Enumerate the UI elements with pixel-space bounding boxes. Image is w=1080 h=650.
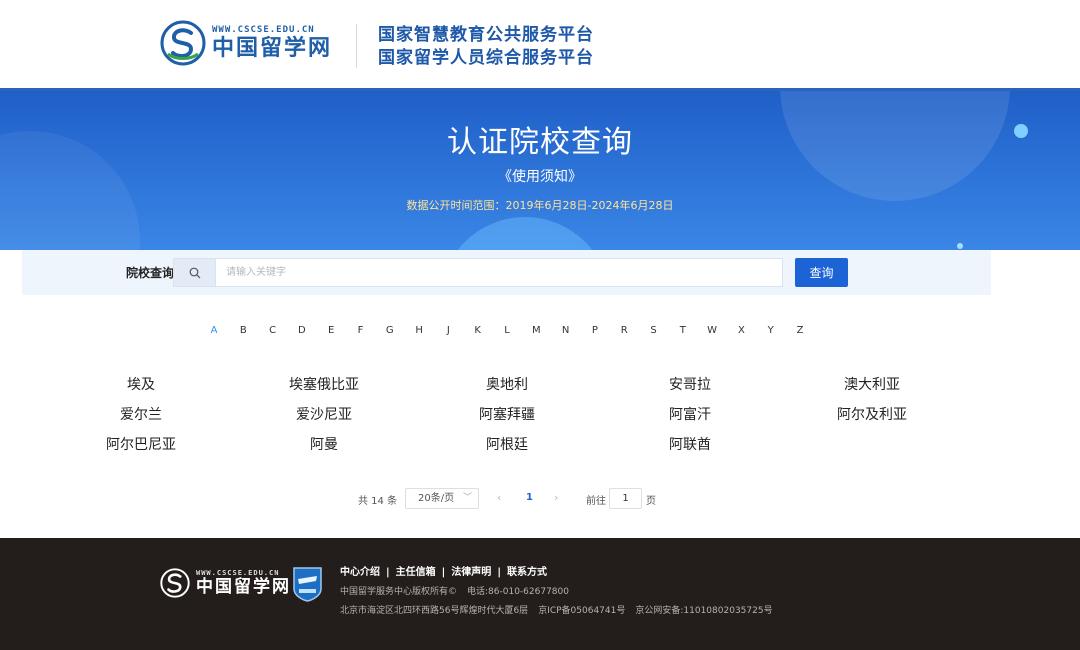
country-link[interactable]: 奥地利 [486,374,528,394]
page-suffix: 页 [646,496,656,507]
page-size-select[interactable]: 20条/页 ﹀ [405,488,479,509]
chevron-down-icon: ﹀ [462,493,472,503]
country-link[interactable]: 埃及 [127,374,155,394]
letter-filter-b[interactable]: B [240,325,247,336]
site-header: WWW.CSCSE.EDU.CN 中国留学网 国家智慧教育公共服务平台 国家留学… [0,0,1080,88]
country-link[interactable]: 爱尔兰 [120,404,162,424]
search-label: 院校查询 [126,266,175,280]
letter-filter-c[interactable]: C [269,325,276,336]
letter-filter-j[interactable]: J [447,325,450,336]
country-link[interactable]: 阿联酋 [669,434,711,454]
footer-link-legal[interactable]: 法律声明 [451,567,491,578]
footer-phone: 电话:86-010-62677800 [467,587,569,597]
country-link[interactable]: 埃塞俄比亚 [289,374,359,394]
search-icon [173,258,215,287]
logo-name: 中国留学网 [212,35,333,61]
site-logo[interactable]: WWW.CSCSE.EDU.CN 中国留学网 [160,20,332,66]
cscse-logo-icon [160,20,206,66]
letter-filter-m[interactable]: M [532,325,541,336]
letter-filter-d[interactable]: D [298,325,306,336]
footer-security[interactable]: 京公网安备:11010802035725号 [635,606,772,616]
letter-filter-n[interactable]: N [562,325,569,336]
logo-url: WWW.CSCSE.EDU.CN [212,25,315,35]
footer-links: 中心介绍 | 主任信箱 | 法律声明 | 联系方式 [340,567,547,578]
letter-filter-r[interactable]: R [621,325,628,336]
letter-filter-p[interactable]: P [592,325,598,336]
usage-notice-link[interactable]: 《使用须知》 [0,166,1080,186]
goto-label: 前往 [586,496,606,507]
footer-logo-url: WWW.CSCSE.EDU.CN [196,569,280,577]
letter-filter-s[interactable]: S [650,325,656,336]
platform-name-1: 国家智慧教育公共服务平台 [378,25,594,45]
goto-page-input[interactable] [609,488,642,509]
page-number[interactable]: 1 [526,492,533,503]
search-button[interactable]: 查询 [795,258,848,287]
decor-dot [957,243,963,249]
search-input[interactable] [215,258,783,287]
letter-filter-x[interactable]: X [738,325,745,336]
country-link[interactable]: 澳大利亚 [844,374,900,394]
footer-address-line: 北京市海淀区北四环西路56号辉煌时代大厦6层 京ICP备05064741号 京公网安… [340,603,783,616]
letter-filter-t[interactable]: T [680,325,686,336]
country-link[interactable]: 阿塞拜疆 [479,404,535,424]
page-size-value: 20条/页 [418,493,455,504]
hero-banner: 认证院校查询 《使用须知》 数据公开时间范围：2019年6月28日-2024年6… [0,88,1080,250]
next-page-icon[interactable]: › [554,491,558,504]
letter-filter-z[interactable]: Z [797,325,804,336]
footer-icp[interactable]: 京ICP备05064741号 [538,606,625,616]
country-link[interactable]: 阿根廷 [486,434,528,454]
date-range-text: 数据公开时间范围：2019年6月28日-2024年6月28日 [406,199,674,212]
letter-filter-k[interactable]: K [474,325,481,336]
country-link[interactable]: 阿富汗 [669,404,711,424]
site-footer: WWW.CSCSE.EDU.CN 中国留学网 中心介绍 | 主任信箱 | 法律声明 | 联系… [0,538,1080,650]
footer-link-about[interactable]: 中心介绍 [340,567,380,578]
service-badge-icon[interactable] [292,565,323,602]
country-link[interactable]: 阿曼 [310,434,338,454]
footer-address: 北京市海淀区北四环西路56号辉煌时代大厦6层 [340,606,529,616]
prev-page-icon[interactable]: ‹ [497,491,501,504]
page-title: 认证院校查询 [447,125,633,160]
footer-logo-name: 中国留学网 [196,577,291,597]
cscse-logo-icon [160,568,190,598]
letter-filter-a[interactable]: A [211,325,218,336]
footer-link-mailbox[interactable]: 主任信箱 [396,567,436,578]
alphabet-filter: ABCDEFGHJKLMNPRSTWXYZ [0,325,1080,339]
country-link[interactable]: 安哥拉 [669,374,711,394]
letter-filter-w[interactable]: W [707,325,717,336]
platform-names: 国家智慧教育公共服务平台 国家留学人员综合服务平台 [378,24,594,70]
footer-link-contact[interactable]: 联系方式 [507,567,547,578]
footer-copyright: 中国留学服务中心版权所有© [340,587,458,597]
pagination: 共 14 条 20条/页 ﹀ ‹ 1 › 前往 页 [0,488,1080,510]
search-bar: 院校查询 查询 [22,250,991,295]
letter-filter-e[interactable]: E [328,325,334,336]
country-link[interactable]: 阿尔巴尼亚 [106,434,176,454]
letter-filter-h[interactable]: H [415,325,423,336]
header-divider [356,24,357,68]
letter-filter-y[interactable]: Y [768,325,774,336]
country-link[interactable]: 阿尔及利亚 [837,404,907,424]
letter-filter-g[interactable]: G [386,325,394,336]
footer-logo[interactable]: WWW.CSCSE.EDU.CN 中国留学网 [160,568,291,598]
platform-name-2: 国家留学人员综合服务平台 [378,48,594,68]
decor-circle [440,217,610,250]
country-link[interactable]: 爱沙尼亚 [296,404,352,424]
footer-copyright-line: 中国留学服务中心版权所有© 电话:86-010-62677800 [340,584,579,597]
letter-filter-l[interactable]: L [504,325,510,336]
letter-filter-f[interactable]: F [358,325,364,336]
pagination-total: 共 14 条 [358,496,398,507]
